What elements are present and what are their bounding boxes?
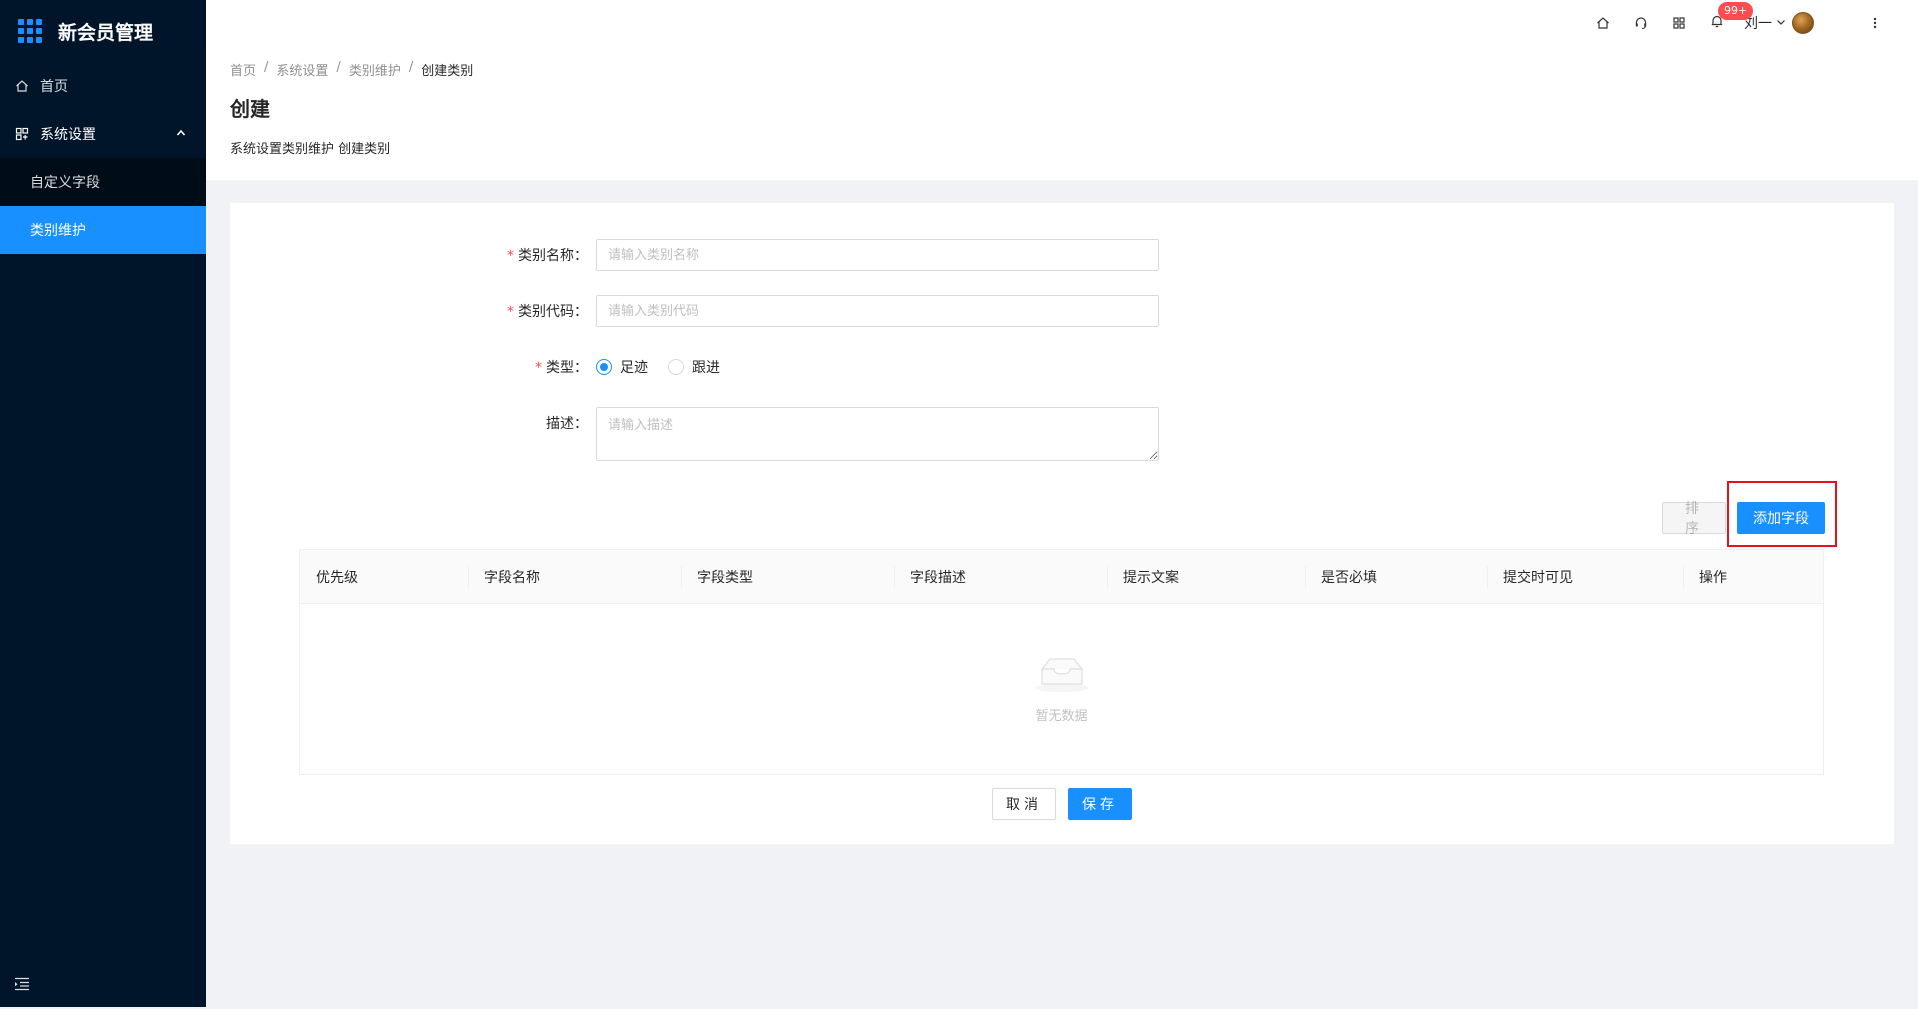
column-header: 字段名称 bbox=[468, 550, 681, 603]
home-icon bbox=[14, 79, 30, 93]
breadcrumb-category-maintenance[interactable]: 类别维护 bbox=[349, 60, 401, 79]
page-title: 创建 bbox=[230, 97, 270, 121]
breadcrumb-separator: / bbox=[264, 60, 269, 75]
home-icon[interactable] bbox=[1584, 0, 1622, 46]
cancel-button[interactable]: 取消 bbox=[992, 788, 1056, 820]
form-row-category-code: * 类别代码： bbox=[230, 295, 1159, 327]
radio-label: 跟进 bbox=[692, 360, 720, 376]
radio-unchecked-icon bbox=[668, 359, 684, 375]
logo[interactable]: 新会员管理 bbox=[0, 0, 206, 62]
radio-label: 足迹 bbox=[620, 360, 648, 376]
sidebar-item-custom-fields[interactable]: 自定义字段 bbox=[0, 158, 206, 206]
column-header: 提示文案 bbox=[1107, 550, 1305, 603]
column-header: 操作 bbox=[1683, 550, 1823, 603]
breadcrumb-current: 创建类别 bbox=[421, 64, 474, 79]
notification-button[interactable]: 99+ bbox=[1698, 0, 1754, 46]
form-footer: 取消 保存 bbox=[992, 788, 1144, 820]
column-header: 字段类型 bbox=[681, 550, 894, 603]
breadcrumb-separator: / bbox=[408, 60, 414, 75]
sidebar-submenu: 自定义字段 类别维护 bbox=[0, 158, 206, 254]
radio-checked-icon bbox=[596, 359, 612, 375]
form-row-type: * 类型： 足迹 跟进 bbox=[230, 351, 740, 383]
sidebar-item-home[interactable]: 首页 bbox=[0, 62, 206, 110]
sidebar-item-label: 首页 bbox=[40, 79, 68, 95]
sidebar-item-label: 自定义字段 bbox=[30, 175, 100, 191]
menu-fold-icon[interactable] bbox=[14, 977, 30, 991]
category-name-label: * 类别名称： bbox=[507, 248, 588, 264]
breadcrumb-system-settings[interactable]: 系统设置 bbox=[276, 60, 328, 79]
category-code-label: * 类别代码： bbox=[507, 304, 588, 320]
breadcrumb-home[interactable]: 首页 bbox=[230, 60, 256, 79]
type-label: * 类型： bbox=[535, 360, 588, 376]
empty-text: 暂无数据 bbox=[1035, 708, 1088, 724]
column-header: 优先级 bbox=[316, 569, 358, 586]
type-radio-footprint[interactable]: 足迹 bbox=[596, 357, 648, 377]
page-description: 系统设置类别维护 创建类别 bbox=[230, 142, 391, 157]
chevron-down-icon bbox=[1776, 17, 1786, 30]
sidebar-item-category-maintenance[interactable]: 类别维护 bbox=[0, 206, 206, 254]
page-header: 首页 / 系统设置 / 类别维护 / 创建类别 创建 系统设置类别维护 创建类别 bbox=[206, 46, 1918, 180]
sidebar-group-system-settings[interactable]: 系统设置 bbox=[0, 110, 206, 158]
form-row-category-name: * 类别名称： bbox=[230, 239, 1159, 271]
chevron-up-icon bbox=[176, 128, 186, 141]
header-actions: 99+ 刘一 bbox=[1584, 0, 1890, 46]
app-title: 新会员管理 bbox=[58, 21, 154, 44]
support-headset-icon[interactable] bbox=[1622, 0, 1660, 46]
form-card: *类别名称： *类别代码： *类型： 足迹 跟进 描述： 排序 添加字段 优先级… bbox=[230, 203, 1894, 844]
form-row-description: 描述： bbox=[230, 407, 1159, 461]
avatar[interactable] bbox=[1792, 12, 1814, 34]
app-grid-icon bbox=[18, 19, 42, 43]
breadcrumb-separator: / bbox=[336, 60, 341, 75]
table-header: 优先级 字段名称 字段类型 字段描述 提示文案 是否必填 提交时可见 操作 bbox=[300, 550, 1823, 604]
category-code-input[interactable] bbox=[596, 295, 1159, 327]
column-header: 字段描述 bbox=[894, 550, 1107, 603]
description-label: 描述： bbox=[546, 416, 588, 432]
notification-count-badge: 99+ bbox=[1718, 2, 1754, 20]
column-header: 提交时可见 bbox=[1487, 550, 1683, 603]
settings-icon bbox=[14, 127, 30, 141]
column-header: 是否必填 bbox=[1305, 550, 1487, 603]
type-radio-follow-up[interactable]: 跟进 bbox=[668, 357, 720, 377]
breadcrumb: 首页 / 系统设置 / 类别维护 / 创建类别 bbox=[230, 60, 1894, 79]
save-button[interactable]: 保存 bbox=[1068, 788, 1132, 820]
sidebar-item-label: 类别维护 bbox=[30, 223, 86, 239]
add-field-button[interactable]: 添加字段 bbox=[1737, 502, 1825, 534]
category-name-input[interactable] bbox=[596, 239, 1159, 271]
top-header: 99+ 刘一 bbox=[206, 0, 1918, 46]
fields-table: 优先级 字段名称 字段类型 字段描述 提示文案 是否必填 提交时可见 操作 暂无… bbox=[299, 549, 1824, 775]
more-vertical-icon[interactable] bbox=[1860, 0, 1890, 46]
sidebar-group-label: 系统设置 bbox=[40, 127, 96, 143]
sidebar: 新会员管理 首页 系统设置 自定义字段 类别维护 bbox=[0, 0, 206, 1007]
apps-grid-icon[interactable] bbox=[1660, 0, 1698, 46]
type-radio-group: 足迹 跟进 bbox=[596, 357, 740, 377]
description-textarea[interactable] bbox=[596, 407, 1159, 461]
sort-button[interactable]: 排序 bbox=[1662, 501, 1726, 537]
table-empty-state: 暂无数据 bbox=[300, 604, 1823, 774]
empty-inbox-icon bbox=[1033, 655, 1091, 705]
